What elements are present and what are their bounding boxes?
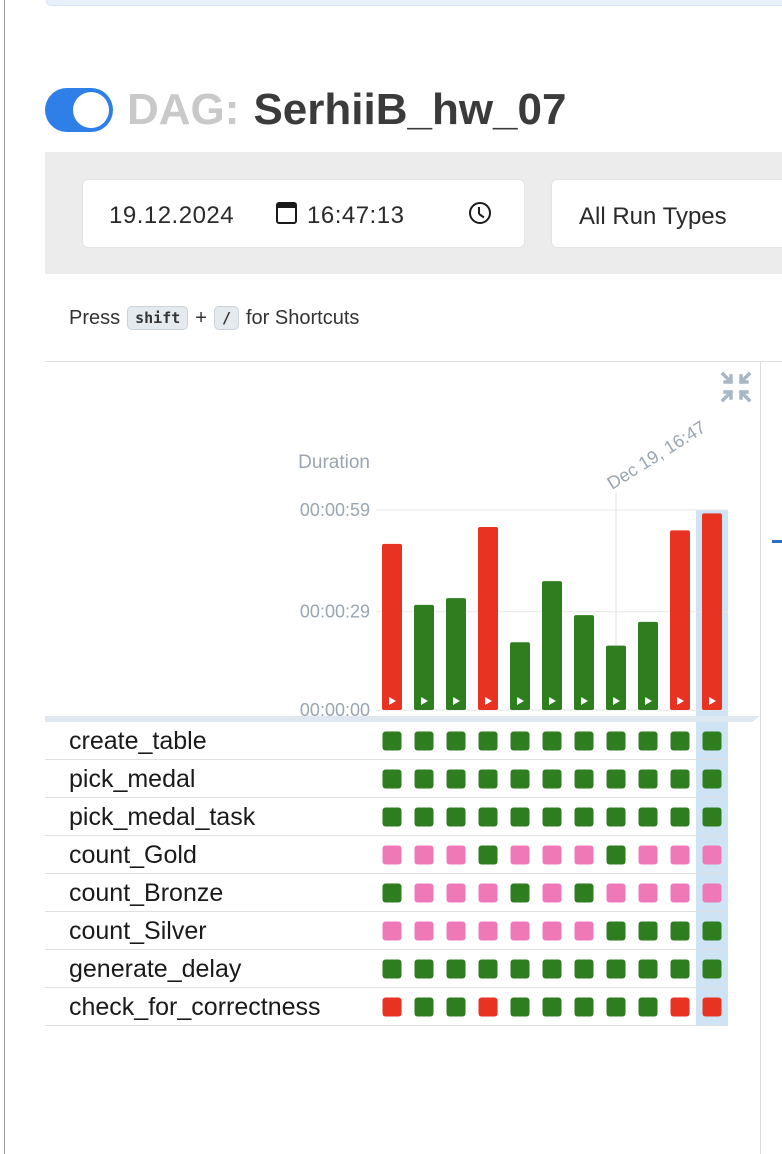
task-name[interactable]: count_Gold bbox=[69, 841, 197, 870]
y-tick-label: 00:00:59 bbox=[300, 500, 370, 520]
task-name[interactable]: check_for_correctness bbox=[69, 993, 321, 1022]
task-row[interactable]: check_for_correctness bbox=[45, 988, 728, 1026]
dag-run-bar[interactable] bbox=[382, 543, 402, 710]
dag-run-bar[interactable] bbox=[638, 621, 658, 710]
y-tick-label: 00:00:29 bbox=[300, 602, 370, 622]
task-row[interactable]: count_Bronze bbox=[45, 874, 728, 912]
task-row[interactable]: pick_medal bbox=[45, 760, 728, 798]
task-name[interactable]: count_Bronze bbox=[69, 879, 223, 908]
dag-run-bar[interactable] bbox=[446, 598, 466, 710]
task-row[interactable]: create_table bbox=[45, 722, 728, 760]
task-name[interactable]: generate_delay bbox=[69, 955, 241, 984]
dag-run-bar[interactable] bbox=[542, 581, 562, 710]
task-row[interactable]: pick_medal_task bbox=[45, 798, 728, 836]
task-name[interactable]: pick_medal bbox=[69, 765, 195, 794]
task-name[interactable]: pick_medal_task bbox=[69, 803, 255, 832]
y-axis-label: Duration bbox=[298, 452, 370, 473]
task-row[interactable]: count_Silver bbox=[45, 912, 728, 950]
task-row[interactable]: generate_delay bbox=[45, 950, 728, 988]
task-name[interactable]: create_table bbox=[69, 727, 207, 756]
run-date-label: Dec 19, 16:47 bbox=[604, 417, 710, 493]
task-list: create_table pick_medal pick_medal_taskcou… bbox=[45, 722, 728, 1026]
dag-run-bar[interactable] bbox=[574, 615, 594, 710]
dag-run-bar[interactable] bbox=[702, 513, 722, 710]
dag-run-bar[interactable] bbox=[414, 604, 434, 710]
task-row[interactable]: count_Gold bbox=[45, 836, 728, 874]
dag-run-bar[interactable] bbox=[478, 526, 498, 710]
dag-run-bar[interactable] bbox=[670, 530, 690, 710]
task-name[interactable]: count_Silver bbox=[69, 917, 207, 946]
